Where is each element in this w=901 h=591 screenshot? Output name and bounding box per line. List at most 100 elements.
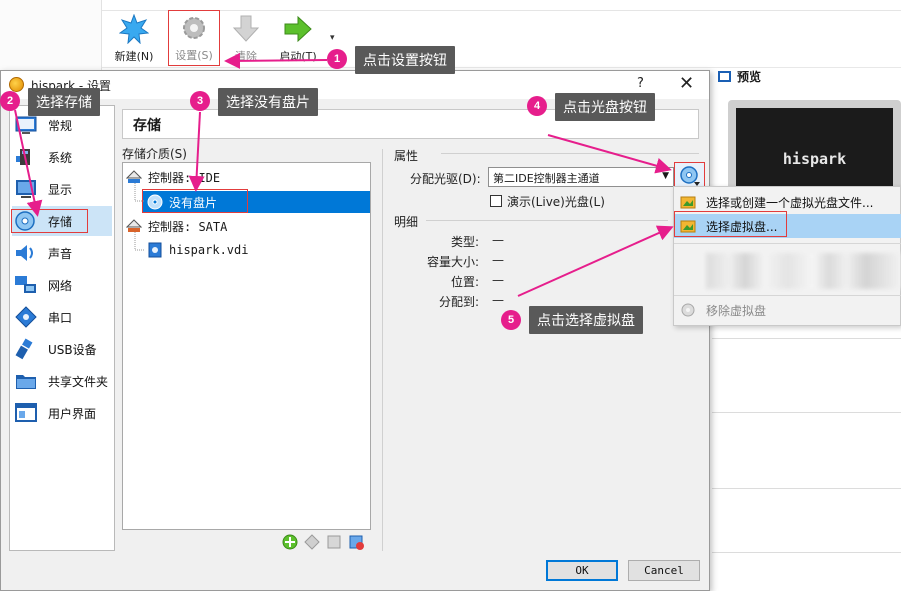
remove-controller-icon[interactable] [303,533,321,551]
choose-disc-highlight-box [674,211,787,237]
nav-item-user-interface[interactable]: 用户界面 [12,398,112,428]
general-icon [15,116,37,134]
step-callout-1: 点击设置按钮 [355,46,455,74]
audio-icon [16,245,33,261]
add-controller-icon[interactable] [281,533,299,551]
tree-connector-lines [134,183,145,251]
ok-button[interactable]: OK [546,560,618,581]
vm-icon [9,77,24,92]
nav-item-usb[interactable]: USB设备 [12,334,112,364]
new-button-label: 新建(N) [114,50,154,63]
nav-item-display[interactable]: 显示 [12,174,112,204]
nav-item-serial-port[interactable]: 串口 [12,302,112,332]
gear-icon [183,17,205,39]
details-divider [712,488,901,489]
step-badge-5: 5 [501,310,521,330]
detail-value-location: — [492,273,504,287]
detail-key-location: 位置: [450,275,479,289]
optical-drive-label: 分配光驱(D): [410,172,481,186]
display-icon [16,180,36,198]
storage-tree: 控制器: IDE 没有盘片 控制器: SATA hispark.vdi [122,162,371,530]
blurred-recent-disc-entries [706,253,901,289]
details-divider [712,412,901,413]
detail-value-attached-to: — [492,293,504,307]
menu-item-remove-disc[interactable]: 移除虚拟盘 [674,298,901,322]
empty-disc-highlight-box [142,189,248,213]
nav-item-shared-folder[interactable]: 共享文件夹 [12,366,112,396]
details-divider [712,552,901,553]
nav-label: 用户界面 [48,406,97,421]
settings-button[interactable]: 设置(S) [168,10,220,66]
user-interface-icon [15,403,37,422]
step-badge-2: 2 [0,91,20,111]
detail-key-size: 容量大小: [426,255,479,269]
live-cd-checkbox[interactable] [490,195,502,207]
nav-label: 共享文件夹 [48,374,109,389]
nav-item-system[interactable]: 系统 [12,142,112,172]
add-attachment-icon[interactable] [325,533,343,551]
preview-title: 预览 [737,70,762,84]
nav-label: 显示 [48,182,73,197]
storage-media-label: 存储介质(S) [122,147,187,161]
settings-button-label: 设置(S) [175,49,213,62]
help-button[interactable]: ? [637,76,644,91]
network-icon [15,276,36,293]
monitor-icon [718,71,731,82]
step-badge-1: 1 [327,49,347,69]
remove-disk-icon [681,303,695,317]
detail-value-type: — [492,233,504,247]
details-divider [712,338,901,339]
nav-label: 常规 [48,118,73,133]
folder-image-icon [680,196,696,209]
nav-label: 声音 [48,246,73,261]
tree-toolbar [281,533,371,553]
step-callout-4: 点击光盘按钮 [555,93,655,121]
chevron-down-icon: ▼ [662,171,669,181]
close-button[interactable]: ✕ [679,73,694,94]
details-title: 明细 [394,215,419,229]
menu-item-label: 移除虚拟盘 [706,303,767,318]
nav-label: USB设备 [48,342,97,357]
optical-drive-value: 第二IDE控制器主通道 [493,172,600,185]
attributes-title: 属性 [394,149,419,163]
detail-key-attached-to: 分配到: [438,295,479,309]
step-callout-2: 选择存储 [28,88,100,116]
step-badge-3: 3 [190,91,210,111]
nav-label: 串口 [48,310,73,325]
step-badge-4: 4 [527,96,547,116]
menu-separator [674,295,901,296]
settings-nav: 常规 系统 显示 存储 声音 网络 串口 USB设备 共享文件夹 用户界面 [9,105,115,551]
nav-label: 系统 [48,150,73,165]
nav-item-audio[interactable]: 声音 [12,238,112,268]
optical-drive-select[interactable]: 第二IDE控制器主通道 ▼ [488,167,674,187]
detail-value-size: — [492,253,504,267]
attributes-divider [441,153,699,154]
new-button[interactable]: 新建(N) [108,12,160,68]
toolbar-top-divider [102,10,901,11]
discard-button-label: 清除 [235,50,257,63]
usb-icon [15,338,33,360]
system-icon [16,149,30,165]
optical-disc-icon [679,166,700,186]
remove-attachment-icon[interactable] [347,533,365,551]
step-callout-3: 选择没有盘片 [218,88,318,116]
menu-separator [674,243,901,244]
cancel-button[interactable]: Cancel [628,560,700,581]
nav-item-network[interactable]: 网络 [12,270,112,300]
arrow-right-icon [284,15,312,43]
live-cd-label: 演示(Live)光盘(L) [507,195,605,209]
discard-button[interactable]: 清除 [220,12,272,68]
panel-splitter[interactable] [382,149,383,551]
start-button[interactable]: 启动(T) [272,12,324,68]
new-star-icon [119,14,149,44]
start-dropdown-arrow[interactable]: ▾ [330,33,335,43]
storage-highlight-box [11,209,88,233]
shared-folder-icon [16,375,36,389]
start-button-label: 启动(T) [279,50,317,63]
step-callout-5: 点击选择虚拟盘 [529,306,643,334]
menu-item-label: 选择或创建一个虚拟光盘文件... [706,195,874,210]
preview-header: 预览 [718,68,761,88]
details-divider [426,220,668,221]
nav-label: 网络 [48,278,73,293]
serial-port-icon [15,306,37,328]
